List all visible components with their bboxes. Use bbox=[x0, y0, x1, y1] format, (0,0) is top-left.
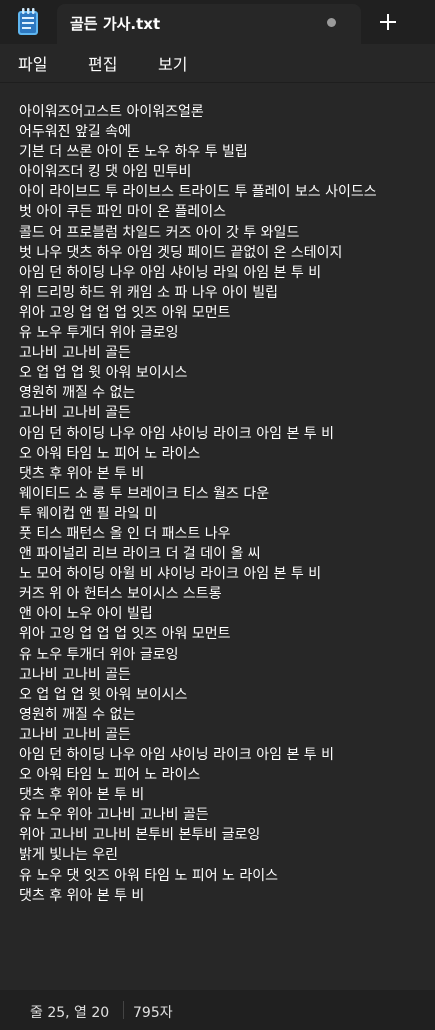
text-line[interactable]: 위 드리밍 하드 위 캐임 소 파 나우 아이 빌립 bbox=[19, 283, 431, 303]
text-line[interactable]: 고나비 고나비 골든 bbox=[19, 343, 431, 363]
text-line[interactable]: 유 노우 위아 고나비 고나비 골든 bbox=[19, 805, 431, 825]
text-line[interactable]: 아이워즈어고스트 아이워즈얼론 bbox=[19, 102, 431, 122]
notepad-window: 골든 가사.txt 파일 편집 보기 아이워즈어고스트 아이워즈얼론 어두워진 앞… bbox=[0, 0, 435, 1030]
text-line[interactable]: 고나비 고나비 골든 bbox=[19, 665, 431, 685]
text-line[interactable]: 위아 고나비 고나비 본투비 본투비 글로잉 bbox=[19, 825, 431, 845]
text-line[interactable]: 오 업 업 업 윗 아워 보이시스 bbox=[19, 363, 431, 383]
text-line[interactable]: 유 노우 투개더 위아 글로잉 bbox=[19, 645, 431, 665]
text-line[interactable]: 풋 티스 패턴스 올 인 더 패스트 나우 bbox=[19, 524, 431, 544]
menu-edit[interactable]: 편집 bbox=[88, 51, 117, 75]
text-line[interactable]: 아이워즈더 킹 댓 아임 민투비 bbox=[19, 162, 431, 182]
text-line[interactable]: 댓츠 후 위아 본 투 비 bbox=[19, 886, 431, 906]
text-line[interactable]: 고나비 고나비 골든 bbox=[19, 725, 431, 745]
text-line[interactable]: 기븐 더 쓰론 아이 돈 노우 하우 투 빌립 bbox=[19, 142, 431, 162]
cursor-position: 줄 25, 열 20 bbox=[30, 1005, 110, 1021]
text-line[interactable]: 영원히 깨질 수 없는 bbox=[19, 383, 431, 403]
text-line[interactable]: 벗 아이 쿠든 파인 마이 온 플레이스 bbox=[19, 202, 431, 222]
text-line[interactable]: 위아 고잉 업 업 업 잇즈 아워 모먼트 bbox=[19, 303, 431, 323]
text-line[interactable]: 어두워진 앞길 속에 bbox=[19, 122, 431, 142]
text-line[interactable]: 아임 던 하이딩 나우 아임 샤이닝 라잌 아임 본 투 비 bbox=[19, 263, 431, 283]
character-count: 795자 bbox=[133, 1005, 173, 1021]
text-line[interactable]: 댓츠 후 위아 본 투 비 bbox=[19, 464, 431, 484]
text-line[interactable]: 오 아워 타임 노 피어 노 라이스 bbox=[19, 765, 431, 785]
text-line[interactable]: 오 업 업 업 윗 아워 보이시스 bbox=[19, 685, 431, 705]
status-divider bbox=[123, 1001, 124, 1019]
text-line[interactable]: 앤 아이 노우 아이 빌립 bbox=[19, 604, 431, 624]
unsaved-dot-icon[interactable] bbox=[327, 18, 336, 27]
menu-view[interactable]: 보기 bbox=[158, 51, 187, 75]
text-line[interactable]: 웨이티드 소 롱 투 브레이크 티스 월즈 다운 bbox=[19, 484, 431, 504]
text-editor[interactable]: 아이워즈어고스트 아이워즈얼론 어두워진 앞길 속에 기븐 더 쓰론 아이 돈 노우… bbox=[0, 83, 435, 990]
text-line[interactable]: 콜드 어 프로블럼 차일드 커즈 아이 갓 투 와일드 bbox=[19, 223, 431, 243]
text-line[interactable]: 커즈 위 아 헌터스 보이시스 스트롱 bbox=[19, 584, 431, 604]
text-line[interactable]: 위아 고잉 업 업 업 잇즈 아워 모먼트 bbox=[19, 624, 431, 644]
menu-file[interactable]: 파일 bbox=[18, 51, 47, 75]
text-line[interactable]: 유 노우 투게더 위아 글로잉 bbox=[19, 323, 431, 343]
editor-content[interactable]: 아이워즈어고스트 아이워즈얼론 어두워진 앞길 속에 기븐 더 쓰론 아이 돈 노우… bbox=[19, 102, 431, 906]
status-bar: 줄 25, 열 20 795자 bbox=[0, 990, 435, 1030]
text-line[interactable]: 투 웨이컵 앤 필 라잌 미 bbox=[19, 504, 431, 524]
text-line[interactable]: 아이 라이브드 투 라이브스 트라이드 투 플레이 보스 사이드스 bbox=[19, 182, 431, 202]
text-line[interactable]: 아임 던 하이딩 나우 아임 샤이닝 라이크 아임 본 투 비 bbox=[19, 424, 431, 444]
title-bar: 골든 가사.txt bbox=[0, 0, 435, 44]
text-line[interactable]: 앤 파이널리 리브 라이크 더 걸 데이 올 씨 bbox=[19, 544, 431, 564]
tab-title: 골든 가사.txt bbox=[70, 15, 161, 33]
plus-icon[interactable] bbox=[376, 10, 400, 34]
text-line[interactable]: 밝게 빛나는 우린 bbox=[19, 845, 431, 865]
tab-golden-lyrics[interactable]: 골든 가사.txt bbox=[57, 4, 361, 44]
menu-bar: 파일 편집 보기 bbox=[0, 44, 435, 83]
text-line[interactable]: 아임 던 하이딩 나우 아임 샤이닝 라이크 아임 본 투 비 bbox=[19, 745, 431, 765]
text-line[interactable]: 유 노우 댓 잇즈 아워 타임 노 피어 노 라이스 bbox=[19, 866, 431, 886]
text-line[interactable]: 벗 나우 댓츠 하우 아임 겟딩 페이드 끝없이 온 스테이지 bbox=[19, 243, 431, 263]
text-line[interactable]: 영원히 깨질 수 없는 bbox=[19, 705, 431, 725]
text-line[interactable]: 노 모어 하이딩 아윌 비 샤이닝 라이크 아임 본 투 비 bbox=[19, 564, 431, 584]
text-line[interactable]: 댓츠 후 위아 본 투 비 bbox=[19, 785, 431, 805]
text-line[interactable]: 고나비 고나비 골든 bbox=[19, 403, 431, 423]
notepad-icon bbox=[15, 8, 41, 36]
text-line[interactable]: 오 아워 타임 노 피어 노 라이스 bbox=[19, 444, 431, 464]
